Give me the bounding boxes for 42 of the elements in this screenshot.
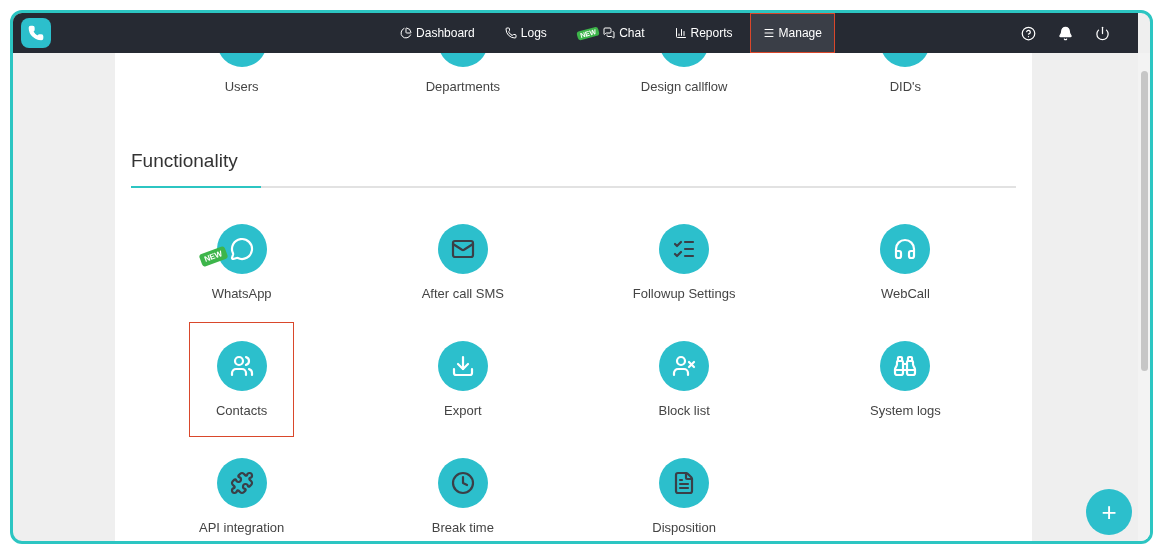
headphones-icon: [880, 224, 931, 274]
feature-tile[interactable]: WebCall: [853, 205, 958, 320]
app-logo[interactable]: [21, 18, 51, 48]
checklist-icon: [659, 224, 710, 274]
nav-tab[interactable]: Reports: [661, 13, 746, 53]
binoculars-icon: [880, 341, 931, 391]
nav-tab[interactable]: Dashboard: [387, 13, 488, 53]
download-icon: [437, 341, 488, 391]
feature-tile[interactable]: Disposition: [625, 439, 743, 541]
envelope-icon: [437, 224, 488, 274]
feature-tile[interactable]: DID's: [853, 53, 958, 113]
feature-tile[interactable]: Contacts: [188, 322, 295, 437]
help-icon[interactable]: [1021, 25, 1036, 41]
feature-tile[interactable]: Departments: [398, 53, 528, 113]
power-icon[interactable]: [1095, 25, 1110, 41]
feature-tile[interactable]: System logs: [842, 322, 968, 437]
phone-icon: [504, 27, 517, 39]
user-blocked-icon: [659, 341, 710, 391]
clock-icon: [437, 458, 488, 508]
menu-icon: [762, 27, 775, 39]
people-icon: [216, 341, 267, 391]
new-badge: NEW: [198, 245, 228, 268]
nav-tab[interactable]: Manage: [749, 13, 835, 53]
feature-tile[interactable]: Block list: [631, 322, 737, 437]
scrollbar[interactable]: [1138, 53, 1150, 541]
section-title: Functionality: [131, 150, 239, 173]
pie-chart-icon: [400, 27, 413, 39]
nav-tab[interactable]: Logs: [491, 13, 560, 53]
scrollbar-thumb[interactable]: [1140, 71, 1148, 371]
feature-tile[interactable]: After call SMS: [394, 205, 532, 320]
feature-tile[interactable]: Break time: [404, 439, 521, 541]
bell-icon[interactable]: [1058, 25, 1073, 41]
feature-tile[interactable]: Export: [410, 322, 515, 437]
feature-tile[interactable]: Followup Settings: [605, 205, 763, 320]
puzzle-icon: [216, 458, 267, 508]
feature-tile[interactable]: API integration: [172, 439, 312, 541]
feature-tile[interactable]: Users: [189, 53, 294, 113]
document-icon: [659, 458, 710, 508]
bar-chart-icon: [674, 27, 687, 39]
feature-tile[interactable]: NEW WhatsApp: [184, 205, 299, 320]
chat-icon: [603, 27, 616, 39]
feature-tile[interactable]: Design callflow: [613, 53, 755, 113]
